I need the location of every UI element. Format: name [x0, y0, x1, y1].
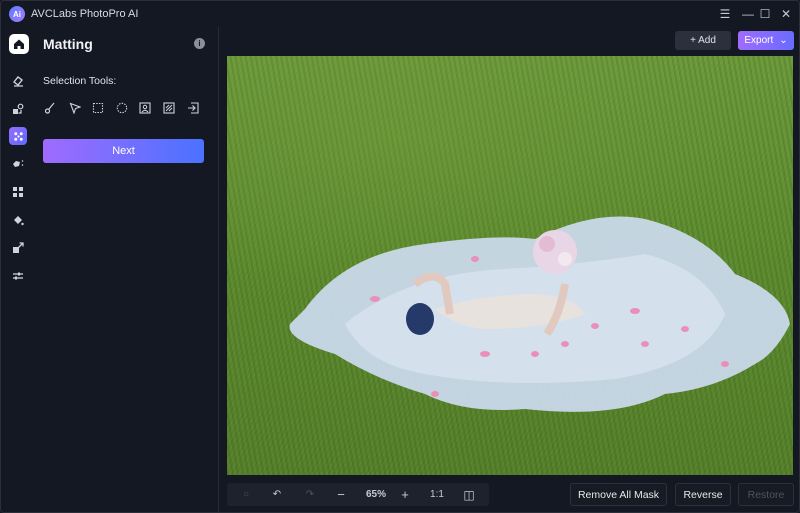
matting-button[interactable] — [9, 127, 27, 145]
reset-icon[interactable]: ○ — [237, 483, 255, 506]
import-mask-tool[interactable] — [186, 101, 200, 115]
rect-select-tool[interactable] — [91, 101, 105, 115]
reverse-button[interactable]: Reverse — [675, 483, 731, 506]
next-button[interactable]: Next — [43, 139, 204, 163]
actual-size-button[interactable]: 1:1 — [427, 483, 447, 506]
matting-icon — [13, 131, 23, 141]
home-button[interactable] — [9, 34, 29, 54]
menu-icon[interactable]: ☰ — [715, 5, 735, 23]
panel-title: Matting — [43, 36, 93, 52]
canvas-controls: ○ ↶ ↷ − 65% + 1:1 ◫ — [227, 483, 489, 506]
zoom-in-icon[interactable]: + — [396, 483, 414, 506]
eraser-button[interactable] — [9, 72, 27, 90]
enhance-button[interactable] — [9, 183, 27, 201]
app-window: Ai AVCLabs PhotoPro AI ☰ — ☐ ✕ Matting i… — [0, 0, 800, 513]
tool-rail — [1, 27, 35, 512]
paint-bucket-icon — [14, 216, 24, 226]
zoom-out-icon[interactable]: − — [332, 483, 350, 506]
zoom-level: 65% — [365, 489, 386, 500]
chevron-down-icon: ⌄ — [779, 35, 788, 46]
app-logo: Ai — [9, 6, 25, 22]
sliders-icon — [13, 272, 23, 280]
hatch-icon — [163, 102, 175, 114]
ellipse-select-tool[interactable] — [115, 101, 129, 115]
ellipse-select-icon — [116, 102, 128, 114]
replace-icon — [13, 103, 24, 114]
pointer-tool[interactable] — [68, 101, 82, 115]
export-label: Export — [744, 35, 774, 46]
cursor-icon — [69, 102, 81, 114]
brush-icon — [44, 102, 55, 114]
effects-button[interactable] — [9, 155, 27, 173]
canvas-area: + Add Export ⌄ ○ ↶ ↷ − 65% + 1:1 ◫ Remov… — [220, 27, 799, 512]
adjust-button[interactable] — [9, 267, 27, 285]
restore-button[interactable]: Restore — [738, 483, 794, 506]
expand-icon — [13, 187, 23, 197]
upscale-button[interactable] — [9, 239, 27, 257]
brush-tool[interactable] — [43, 101, 57, 115]
add-button[interactable]: + Add — [675, 31, 731, 50]
photo-canvas[interactable] — [227, 56, 793, 475]
app-title: AVCLabs PhotoPro AI — [31, 8, 139, 20]
replace-button[interactable] — [9, 100, 27, 118]
maximize-icon[interactable]: ☐ — [755, 5, 775, 23]
eraser-icon — [13, 76, 23, 87]
photo-subject — [289, 216, 790, 412]
portrait-select-tool[interactable] — [138, 101, 152, 115]
compare-icon[interactable]: ◫ — [460, 483, 478, 506]
import-icon — [188, 102, 199, 114]
background-select-tool[interactable] — [162, 101, 176, 115]
undo-icon[interactable]: ↶ — [268, 483, 286, 506]
redo-icon[interactable]: ↷ — [301, 483, 319, 506]
title-bar: Ai AVCLabs PhotoPro AI ☰ — ☐ ✕ — [1, 1, 799, 27]
rect-select-icon — [92, 102, 104, 114]
home-icon — [14, 39, 24, 49]
remove-all-mask-button[interactable]: Remove All Mask — [570, 483, 667, 506]
close-icon[interactable]: ✕ — [776, 5, 796, 23]
info-icon[interactable]: i — [194, 38, 205, 49]
selection-tools-label: Selection Tools: — [43, 75, 117, 87]
export-button[interactable]: Export ⌄ — [738, 31, 794, 50]
matting-panel: Matting i Selection Tools: Next — [35, 27, 219, 512]
colorize-button[interactable] — [9, 211, 27, 229]
upscale-icon — [13, 242, 24, 253]
sparkle-icon — [13, 160, 24, 167]
portrait-icon — [139, 102, 151, 114]
selection-tools — [43, 101, 203, 117]
